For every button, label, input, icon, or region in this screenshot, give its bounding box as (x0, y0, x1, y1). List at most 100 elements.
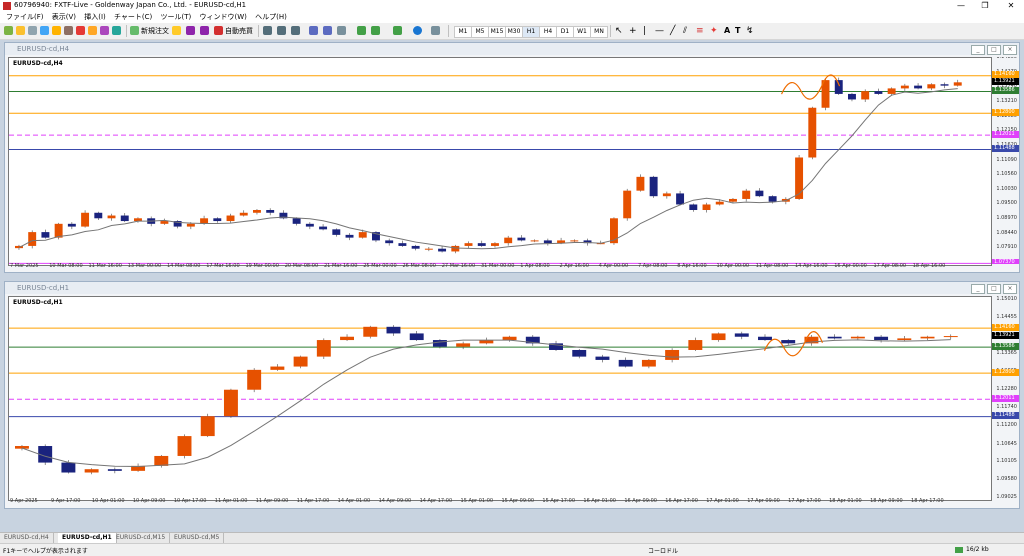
expert-icon[interactable] (200, 26, 209, 35)
chart-maximize-button[interactable]: □ (987, 45, 1001, 55)
profiles-icon[interactable] (16, 26, 25, 35)
chart-plot-area[interactable]: EURUSD-cd,H4 (8, 57, 992, 266)
chart-close-button[interactable]: × (1003, 284, 1017, 294)
price-axis[interactable]: 1.150101.144551.139201.133651.128351.122… (991, 296, 1019, 499)
time-tick-label: 18 Apr 16:00 (912, 263, 946, 269)
price-tick-label: 1.10030 (996, 185, 1017, 192)
tab-eurusd-m15[interactable]: EURUSD-cd,M15 (112, 533, 171, 543)
time-tick-label: 10 Apr 17:00 (173, 498, 207, 504)
chart-close-button[interactable]: × (1003, 45, 1017, 55)
menu-file[interactable]: ファイル(F) (6, 12, 44, 23)
timeframe-h1[interactable]: H1 (522, 26, 540, 38)
terminal-icon[interactable] (64, 26, 73, 35)
options-icon[interactable] (88, 26, 97, 35)
autoscroll-icon[interactable] (371, 26, 380, 35)
timeframe-d1[interactable]: D1 (556, 26, 574, 38)
close-button[interactable]: ✕ (1000, 0, 1022, 12)
maximize-button[interactable]: ❐ (974, 0, 996, 12)
trendline-icon[interactable]: ╱ (670, 26, 675, 36)
auto-trading-toggle-icon (186, 26, 195, 35)
time-axis[interactable]: 9 Apr 2025 9 Apr 17:00 10 Apr 01:00 10 Apr … (8, 498, 990, 506)
new-order-icon (130, 26, 139, 35)
minimize-button[interactable]: — (950, 0, 972, 12)
chart-plot-area[interactable]: EURUSD-cd,H1 (8, 296, 992, 501)
chart-minimize-button[interactable]: _ (971, 45, 985, 55)
editor-icon[interactable] (112, 26, 121, 35)
chart-maximize-button[interactable]: □ (987, 284, 1001, 294)
templates-icon[interactable] (431, 26, 440, 35)
crosshair-icon[interactable]: + (629, 26, 637, 36)
gann-icon[interactable]: ✦ (710, 26, 718, 36)
zoom-out-icon[interactable] (323, 26, 332, 35)
toolbar: 新規注文 自動売買 M1 M5 M15 M30 H1 H4 D1 W1 MN ↖… (0, 23, 1024, 40)
line-chart-icon[interactable] (291, 26, 300, 35)
new-order-button[interactable]: 新規注文 (141, 26, 169, 36)
cursor-icon[interactable]: ↖ (615, 26, 623, 36)
tab-eurusd-h1[interactable]: EURUSD-cd,H1 (58, 533, 117, 543)
arrows-icon[interactable]: ↯ (746, 26, 754, 36)
candle (363, 326, 378, 337)
candle (247, 369, 262, 390)
indicators-icon[interactable] (393, 26, 402, 35)
level-price-label: 1.12800 (992, 368, 1019, 376)
chart-minimize-button[interactable]: _ (971, 284, 985, 294)
auto-trading-button[interactable]: 自動売買 (225, 26, 253, 36)
menu-help[interactable]: ヘルプ(H) (255, 12, 287, 23)
toolbar-separator (610, 25, 611, 37)
navigator-icon[interactable] (52, 26, 61, 35)
new-chart-icon[interactable] (4, 26, 13, 35)
timeframe-m1[interactable]: M1 (454, 26, 472, 38)
chart-window-h4[interactable]: EURUSD-cd,H4 _ □ × EURUSD-cd,H4 1.14800 1… (4, 42, 1020, 273)
candlestick-icon[interactable] (277, 26, 286, 35)
timeframe-w1[interactable]: W1 (573, 26, 591, 38)
text-label-icon[interactable]: T (735, 26, 740, 36)
candle (94, 212, 103, 219)
timeframe-m15[interactable]: M15 (488, 26, 506, 38)
zoom-in-icon[interactable] (309, 26, 318, 35)
time-tick-label: 10 Apr 00:00 (716, 263, 750, 269)
horizontal-line-icon[interactable]: — (655, 26, 664, 36)
window-title: 60796940: FXTF-Live - Goldenway Japan Co… (14, 1, 247, 9)
tile-windows-icon[interactable] (337, 26, 346, 35)
data-window-icon[interactable] (40, 26, 49, 35)
periods-icon[interactable] (413, 26, 422, 35)
time-tick-label: 14 Apr 01:00 (337, 498, 371, 504)
metaeditor-icon[interactable] (172, 26, 181, 35)
market-watch-icon[interactable] (28, 26, 37, 35)
candle (61, 462, 76, 473)
price-tick-label: 1.07910 (996, 244, 1017, 251)
time-tick-label: 14 Apr 09:00 (378, 498, 412, 504)
time-tick-label: 11 Apr 09:00 (255, 498, 289, 504)
time-tick-label: 15 Apr 01:00 (460, 498, 494, 504)
timeframe-m30[interactable]: M30 (505, 26, 523, 38)
menu-view[interactable]: 表示(V) (52, 12, 76, 23)
fibonacci-icon[interactable]: ≡ (696, 26, 704, 36)
vertical-line-icon[interactable]: | (643, 26, 646, 36)
timeframe-h4[interactable]: H4 (539, 26, 557, 38)
timeframe-mn[interactable]: MN (590, 26, 608, 38)
menu-chart[interactable]: チャート(C) (114, 12, 152, 23)
candle (530, 240, 539, 242)
history-icon[interactable] (100, 26, 109, 35)
time-tick-label: 8 Apr 16:00 (677, 263, 707, 269)
timeframe-m5[interactable]: M5 (471, 26, 489, 38)
time-tick-label: 31 Mar 00:00 (481, 263, 515, 269)
price-axis[interactable]: 1.148001.142701.137401.132101.126801.121… (991, 57, 1019, 264)
menu-insert[interactable]: 挿入(I) (84, 12, 106, 23)
bar-chart-icon[interactable] (263, 26, 272, 35)
strategy-tester-icon[interactable] (76, 26, 85, 35)
time-tick-label: 18 Apr 09:00 (870, 498, 903, 504)
menu-tools[interactable]: ツール(T) (161, 12, 192, 23)
tab-eurusd-h4[interactable]: EURUSD-cd,H4 (0, 533, 54, 543)
chart-shift-icon[interactable] (357, 26, 366, 35)
tab-eurusd-m5[interactable]: EURUSD-cd,M5 (170, 533, 225, 543)
time-axis[interactable]: 7 Mar 2025 10 Mar 08:00 11 Mar 16:00 13 Mar… (8, 263, 990, 271)
menu-window[interactable]: ウィンドウ(W) (200, 12, 247, 23)
candle (808, 107, 817, 158)
chart-window-h1[interactable]: EURUSD-cd,H1 _ □ × EURUSD-cd,H1 1.15010 1… (4, 281, 1020, 509)
annotation-stroke (763, 331, 824, 357)
channel-icon[interactable]: ⫽ (683, 26, 687, 36)
text-icon[interactable]: A (724, 26, 730, 36)
time-tick-label: 17 Apr 08:00 (873, 263, 907, 269)
time-tick-label: 14 Apr 16:00 (795, 263, 828, 269)
